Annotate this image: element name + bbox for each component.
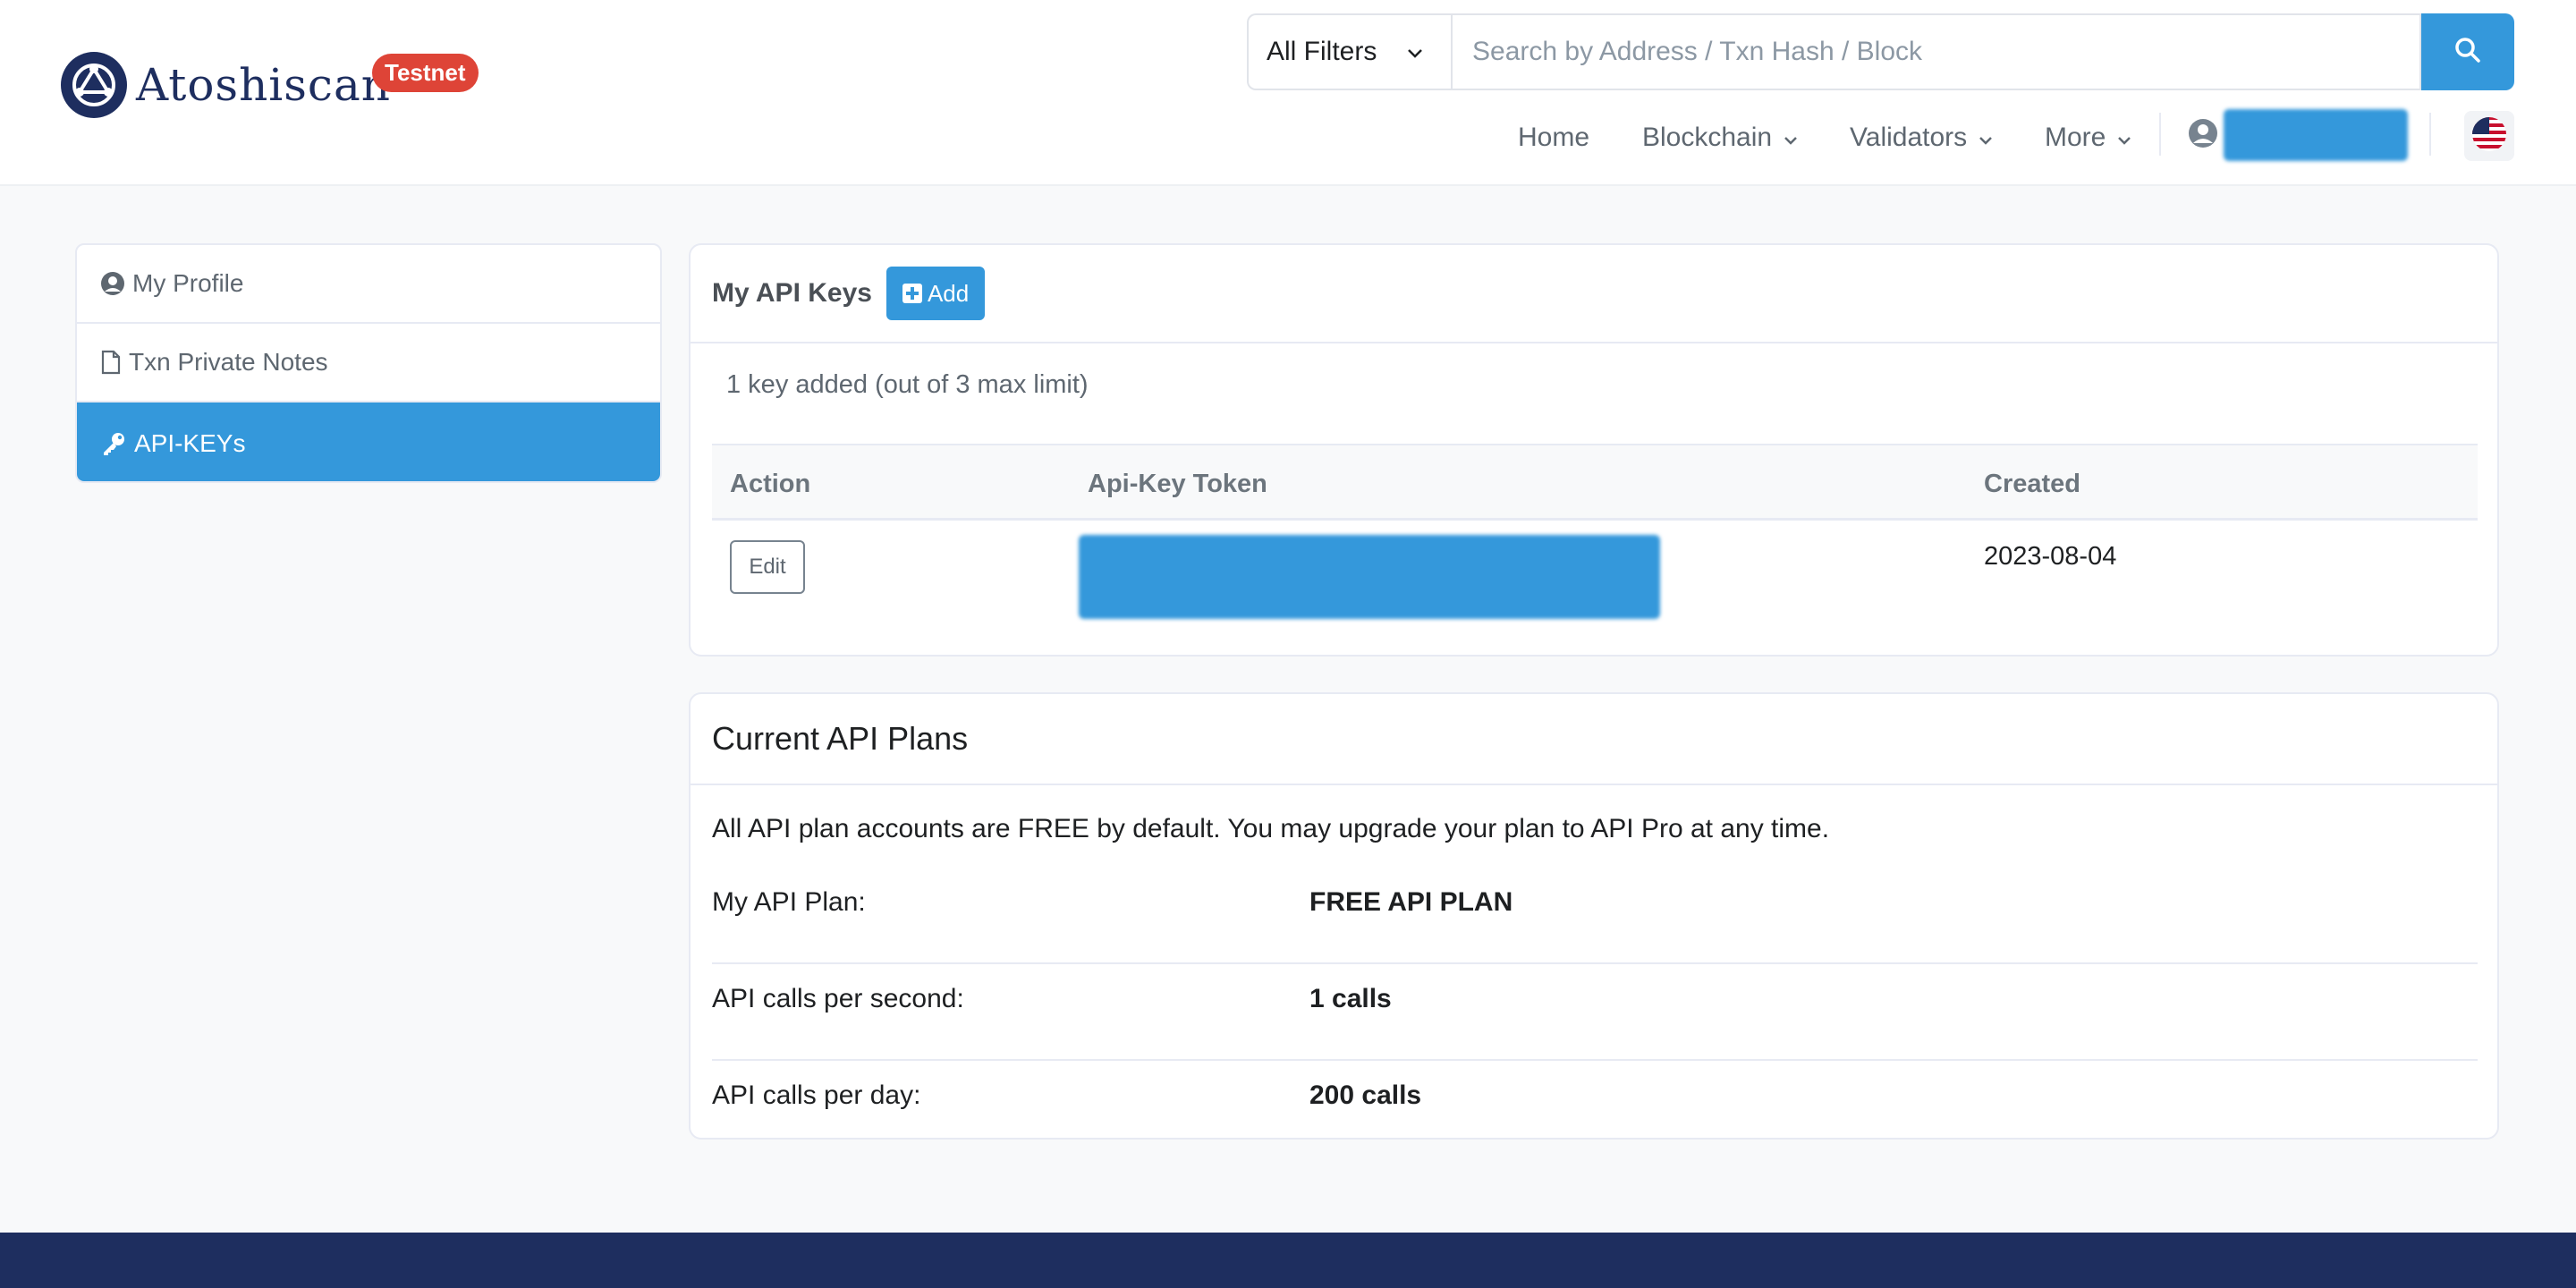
plan-row: My API Plan: FREE API PLAN (712, 868, 2478, 964)
brand-name: Atoshiscan (136, 59, 391, 111)
nav-validators[interactable]: Validators (1850, 107, 1994, 168)
sidebar-item-label: Txn Private Notes (129, 348, 328, 376)
sidebar-item-label: My Profile (132, 269, 244, 297)
chevron-down-icon (1978, 123, 1994, 153)
add-api-key-button[interactable]: Add (886, 267, 986, 320)
sidebar-item-my-profile[interactable]: My Profile (77, 245, 660, 324)
document-icon (100, 350, 122, 375)
plan-label: My API Plan: (712, 887, 866, 917)
plus-square-icon (902, 284, 922, 303)
api-key-token-redacted (1079, 535, 1660, 619)
api-keys-header: My API Keys Add (691, 245, 2497, 343)
table-row: Edit 2023-08-04 (712, 521, 2478, 646)
site-header: Atoshiscan Testnet All Filters Home Bloc… (0, 0, 2576, 186)
filter-label: All Filters (1267, 37, 1377, 66)
user-menu[interactable] (2188, 107, 2408, 163)
table-header: Action Api-Key Token Created (712, 444, 2478, 521)
chevron-down-icon (1406, 37, 1424, 67)
network-badge: Testnet (372, 54, 479, 92)
site-footer (0, 1233, 2576, 1288)
add-button-label: Add (927, 279, 970, 307)
sidebar-item-label: API-KEYs (134, 429, 246, 457)
account-sidebar: My Profile Txn Private Notes API-KEYs (75, 243, 662, 483)
nav-more-label: More (2045, 123, 2106, 152)
search-button[interactable] (2421, 13, 2514, 90)
user-circle-icon (2188, 118, 2218, 153)
user-circle-icon (100, 271, 125, 296)
nav-divider (2159, 113, 2161, 156)
plan-value: FREE API PLAN (1309, 887, 1513, 917)
api-keys-count: 1 key added (out of 3 max limit) (726, 370, 1089, 399)
api-keys-card: My API Keys Add 1 key added (out of 3 ma… (689, 243, 2499, 657)
nav-home-label: Home (1518, 123, 1590, 152)
api-plans-intro: All API plan accounts are FREE by defaul… (712, 814, 1830, 843)
nav-blockchain-label: Blockchain (1642, 123, 1773, 152)
chevron-down-icon (1783, 123, 1799, 153)
nav-home[interactable]: Home (1518, 107, 1589, 168)
created-date: 2023-08-04 (1984, 542, 2117, 571)
plan-label: API calls per day: (712, 1080, 921, 1110)
api-plans-title: Current API Plans (691, 694, 2497, 785)
edit-key-button[interactable]: Edit (730, 540, 805, 594)
nav-validators-label: Validators (1850, 123, 1968, 152)
username-redacted (2224, 109, 2408, 161)
plan-value: 1 calls (1309, 984, 1392, 1013)
us-flag-icon (2471, 116, 2507, 157)
filter-dropdown[interactable]: All Filters (1247, 13, 1451, 90)
search-icon (2454, 37, 2481, 68)
api-plans-card: Current API Plans All API plan accounts … (689, 692, 2499, 1140)
nav-divider (2429, 113, 2431, 156)
nav-more[interactable]: More (2045, 107, 2132, 168)
plan-row: API calls per second: 1 calls (712, 964, 2478, 1061)
sidebar-item-txn-private-notes[interactable]: Txn Private Notes (77, 324, 660, 402)
search-bar: All Filters (1247, 13, 2514, 90)
plan-label: API calls per second: (712, 984, 964, 1013)
plan-row: API calls per day: 200 calls (712, 1061, 2478, 1132)
nav-blockchain[interactable]: Blockchain (1642, 107, 1799, 168)
column-header-created: Created (1984, 469, 2080, 498)
sidebar-item-api-keys[interactable]: API-KEYs (77, 402, 660, 481)
api-keys-title: My API Keys (712, 278, 872, 308)
language-switcher[interactable] (2464, 111, 2514, 161)
column-header-token: Api-Key Token (1088, 469, 1267, 498)
column-header-action: Action (730, 469, 811, 498)
search-input[interactable] (1451, 13, 2421, 90)
plan-value: 200 calls (1309, 1080, 1422, 1110)
api-keys-table: Action Api-Key Token Created Edit 2023-0… (712, 444, 2478, 646)
chevron-down-icon (2116, 123, 2132, 153)
key-icon (100, 431, 127, 456)
